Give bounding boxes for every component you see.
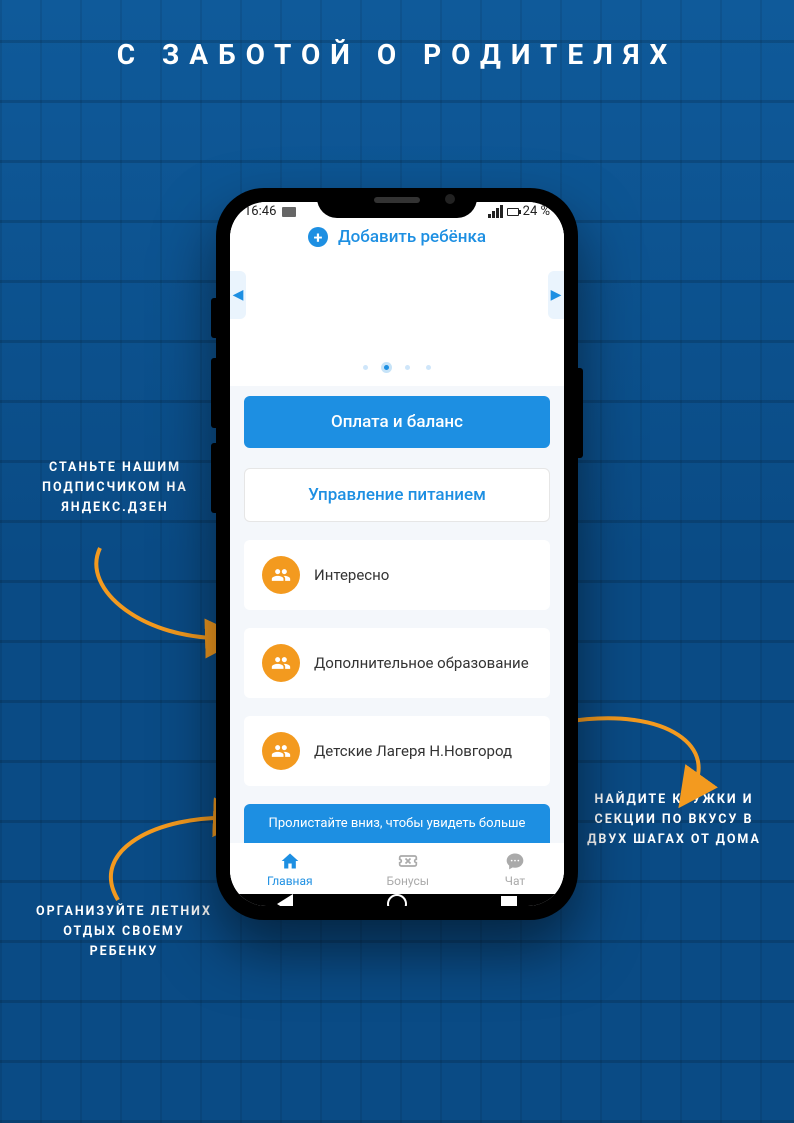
people-icon [262,732,300,770]
bottom-tabbar: Главная Бонусы Чат [230,843,564,894]
child-carousel[interactable]: ◀ ▶ [230,259,564,349]
chat-icon [503,851,527,871]
plus-icon: + [308,227,328,247]
callout-subscribe: СТАНЬТЕ НАШИМ ПОДПИСЧИКОМ НА ЯНДЕКС.ДЗЕН [30,458,200,518]
tab-label: Чат [505,874,525,888]
menu-item-interesting[interactable]: Интересно [244,540,550,610]
android-nav-bar [230,894,564,906]
carousel-dots [230,349,564,386]
tab-chat[interactable]: Чат [503,851,527,888]
payment-balance-button[interactable]: Оплата и баланс [244,396,550,448]
menu-item-label: Дополнительное образование [314,654,529,672]
tab-bonus[interactable]: Бонусы [387,851,430,888]
arrow-callout-3 [560,710,720,800]
people-icon [262,556,300,594]
scroll-hint: Пролистайте вниз, чтобы увидеть больше [244,804,550,843]
carousel-next[interactable]: ▶ [548,271,564,319]
tab-label: Главная [267,874,313,888]
nav-back[interactable] [277,894,293,906]
menu-item-camps[interactable]: Детские Лагеря Н.Новгород [244,716,550,786]
phone-mockup: 16:46 24 % + Добавить ребёнка ◀ ▶ [216,188,578,920]
arrow-callout-1 [85,540,235,660]
callout-camps: ОРГАНИЗУЙТЕ ЛЕТНИХ ОТДЫХ СВОЕМУ РЕБЕНКУ [34,902,214,962]
status-time: 16:46 [244,204,276,219]
carousel-prev[interactable]: ◀ [230,271,246,319]
callout-clubs: НАЙДИТЕ КРУЖКИ И СЕКЦИИ ПО ВКУСУ В ДВУХ … [584,790,764,850]
tab-home[interactable]: Главная [267,851,313,888]
nutrition-button[interactable]: Управление питанием [244,468,550,522]
signal-icon [488,205,503,218]
add-child-button[interactable]: + Добавить ребёнка [308,227,486,247]
menu-item-label: Детские Лагеря Н.Новгород [314,742,512,760]
nav-home[interactable] [387,894,407,906]
people-icon [262,644,300,682]
ticket-icon [396,851,420,871]
add-child-label: Добавить ребёнка [338,227,486,247]
page-headline: С ЗАБОТОЙ О РОДИТЕЛЯХ [0,38,794,71]
status-app-icon [282,207,296,217]
menu-item-label: Интересно [314,566,389,584]
tab-label: Бонусы [387,874,430,888]
nav-recent[interactable] [501,896,517,906]
battery-icon [507,208,519,216]
menu-item-extra-education[interactable]: Дополнительное образование [244,628,550,698]
status-battery-pct: 24 % [523,204,550,219]
home-icon [278,851,302,871]
